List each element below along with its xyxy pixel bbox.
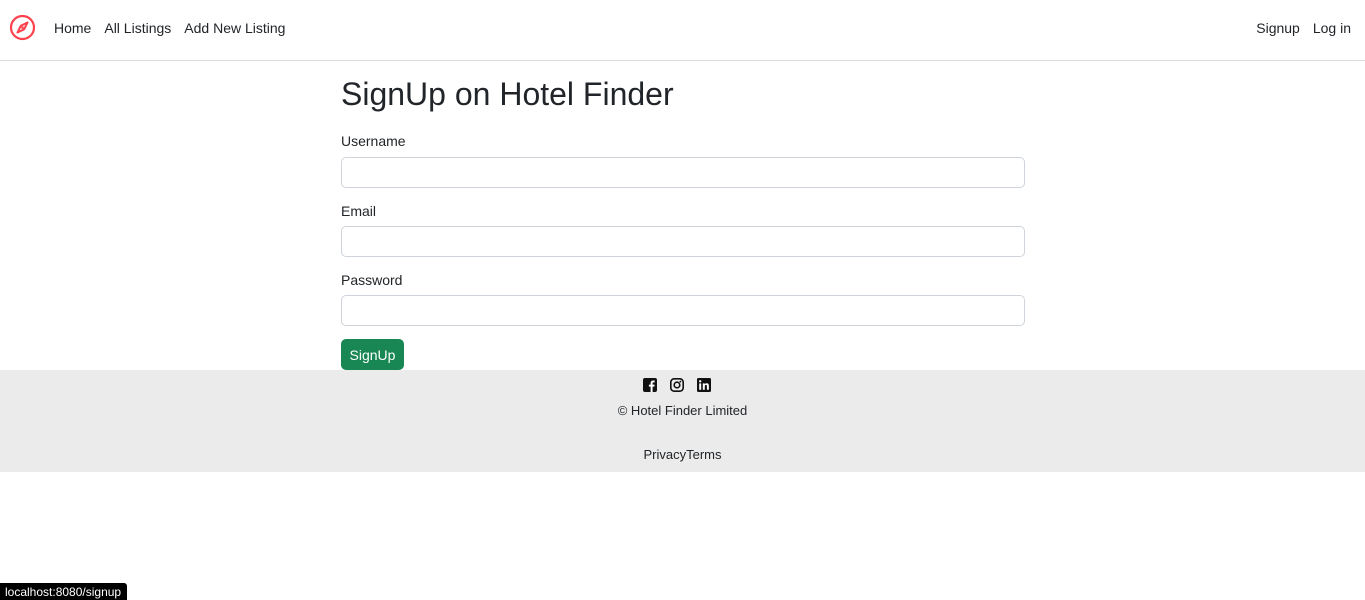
facebook-icon[interactable]: [643, 378, 657, 392]
footer-links: PrivacyTerms: [0, 447, 1365, 463]
copyright-text: © Hotel Finder Limited: [617, 403, 748, 418]
instagram-icon[interactable]: [670, 378, 684, 392]
nav-right: Signup Log in: [1256, 19, 1351, 37]
nav-left: Home All Listings Add New Listing: [54, 19, 285, 37]
password-label: Password: [341, 272, 403, 288]
username-label: Username: [341, 133, 406, 149]
navbar: Home All Listings Add New Listing Signup…: [0, 0, 1365, 61]
email-label: Email: [341, 203, 377, 219]
nav-link-all-listings[interactable]: All Listings: [104, 19, 171, 37]
username-input[interactable]: [341, 157, 1025, 188]
nav-link-home[interactable]: Home: [54, 19, 91, 37]
terms-link[interactable]: Terms: [686, 447, 721, 462]
password-input[interactable]: [341, 295, 1025, 326]
linkedin-icon[interactable]: [697, 378, 711, 392]
page-title: SignUp on Hotel Finder: [341, 76, 674, 112]
privacy-link[interactable]: Privacy: [643, 447, 686, 462]
brand-compass-icon[interactable]: [9, 14, 36, 41]
social-links: [643, 378, 711, 392]
nav-link-signup[interactable]: Signup: [1256, 19, 1300, 37]
email-input[interactable]: [341, 226, 1025, 257]
footer: © Hotel Finder Limited PrivacyTerms: [0, 370, 1365, 472]
browser-status-bar: localhost:8080/signup: [0, 583, 128, 600]
signup-submit-button[interactable]: SignUp: [341, 339, 404, 370]
nav-link-login[interactable]: Log in: [1313, 19, 1351, 37]
nav-link-add-new-listing[interactable]: Add New Listing: [184, 19, 285, 37]
compass-icon: [9, 14, 36, 41]
